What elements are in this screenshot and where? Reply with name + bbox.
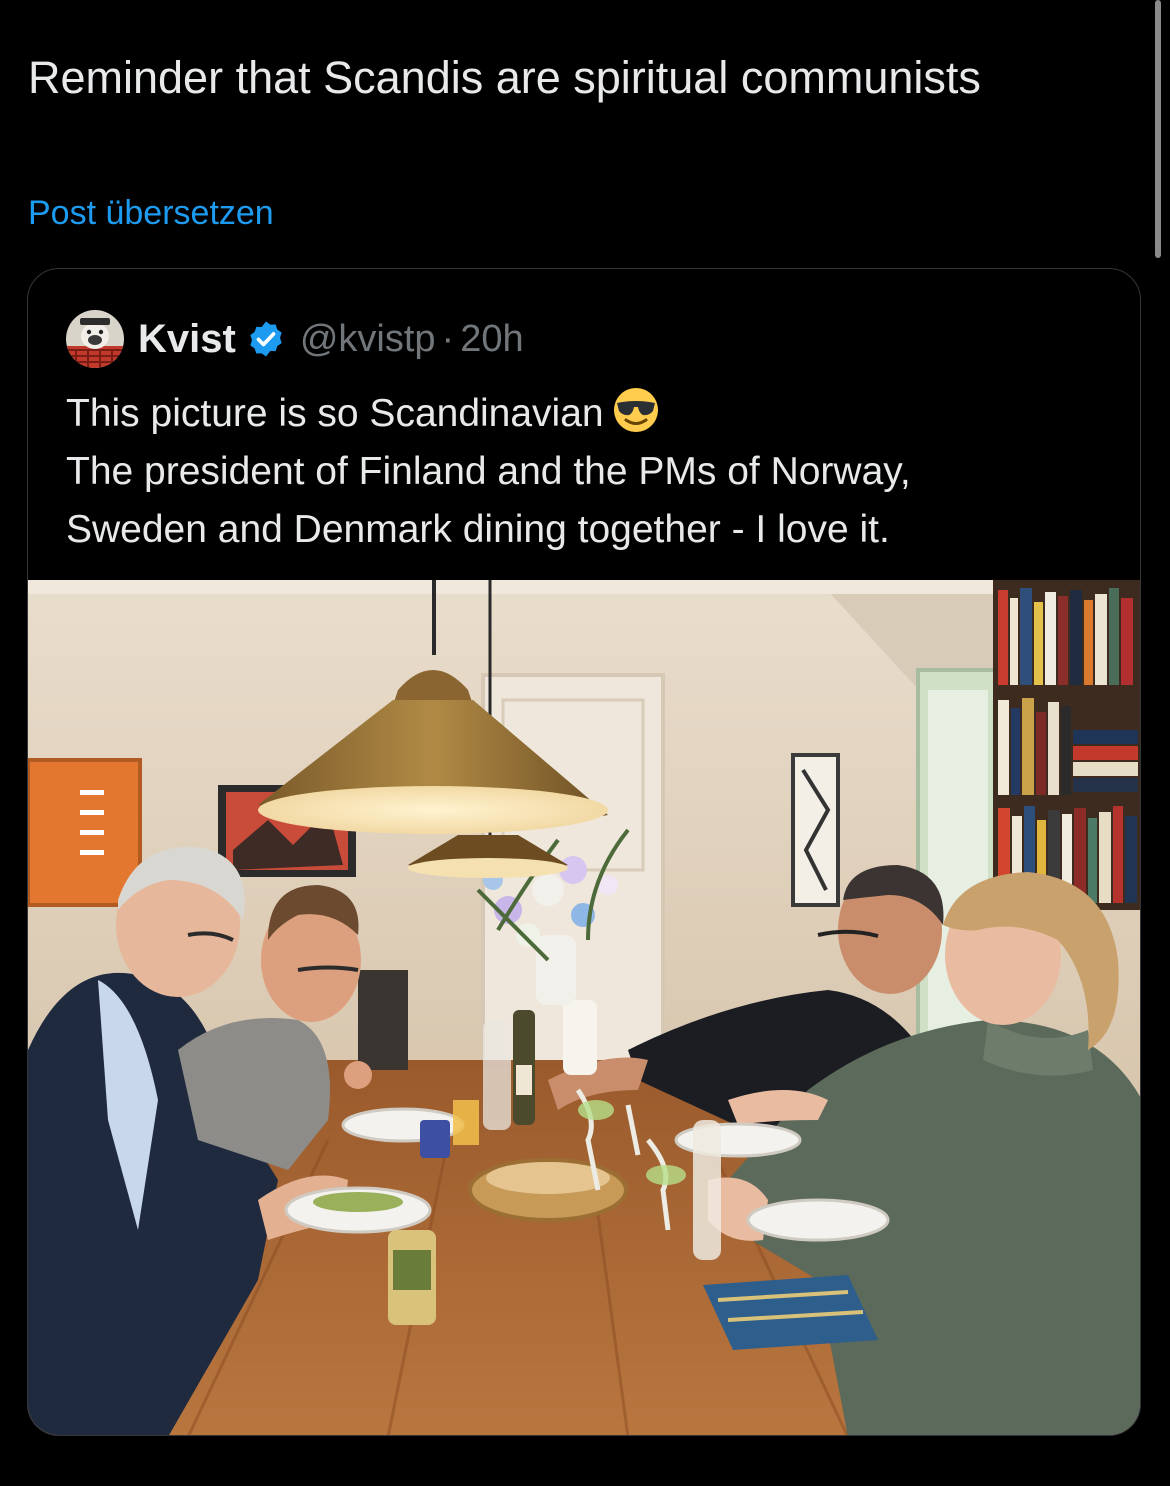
header-separator: · bbox=[441, 317, 455, 360]
scrollbar[interactable] bbox=[1155, 0, 1161, 258]
author-handle[interactable]: @kvistp bbox=[300, 318, 436, 361]
quoted-post-card[interactable]: Kvist @kvistp · 20h This picture is so S… bbox=[27, 268, 1141, 1436]
quoted-post-text: This picture is so Scandinavian The pres… bbox=[66, 385, 911, 559]
attached-photo[interactable] bbox=[28, 580, 1140, 1435]
dinner-photo-illustration bbox=[28, 580, 1140, 1435]
translate-post-link[interactable]: Post übersetzen bbox=[28, 192, 274, 234]
quoted-text-line: This picture is so Scandinavian bbox=[66, 385, 911, 443]
sunglasses-emoji-icon bbox=[613, 388, 658, 432]
post-timestamp[interactable]: 20h bbox=[460, 318, 523, 361]
quoted-text-line: Sweden and Denmark dining together - I l… bbox=[66, 508, 890, 551]
verified-badge-icon bbox=[250, 321, 282, 357]
quoted-text-line: The president of Finland and the PMs of … bbox=[66, 450, 911, 493]
author-avatar[interactable] bbox=[66, 310, 124, 368]
post-text: Reminder that Scandis are spiritual comm… bbox=[28, 52, 981, 103]
author-name[interactable]: Kvist bbox=[138, 317, 236, 362]
quoted-post-header: Kvist @kvistp · 20h bbox=[66, 309, 524, 369]
